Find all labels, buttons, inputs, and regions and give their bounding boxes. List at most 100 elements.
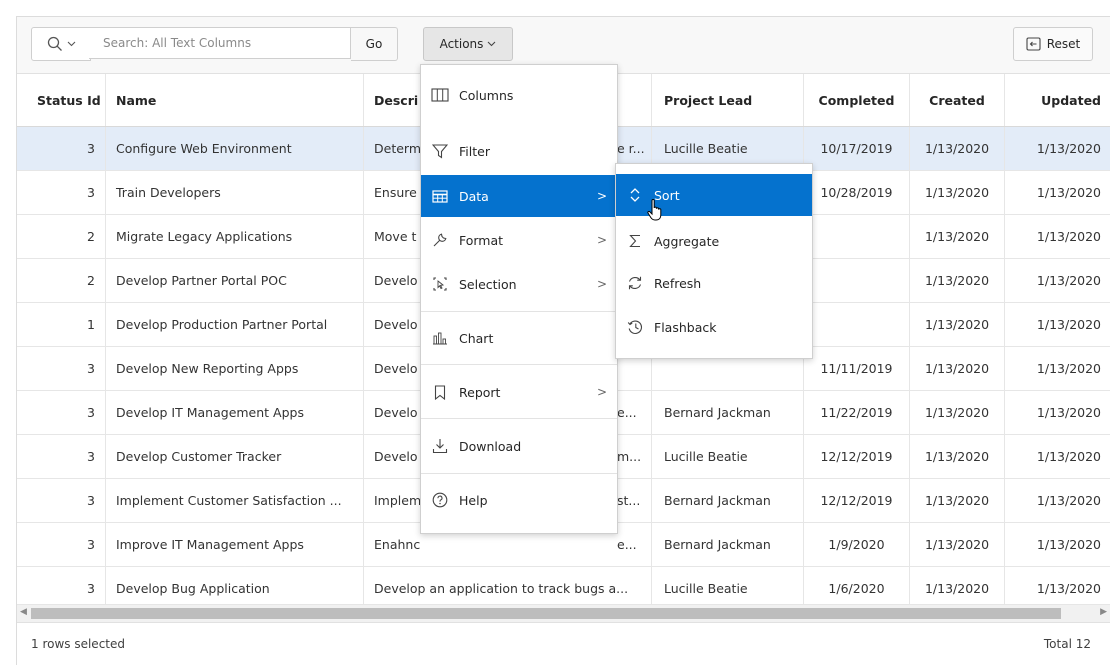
- cell-project-lead: Bernard Jackman: [652, 523, 804, 566]
- cell-name: Develop Production Partner Portal: [106, 303, 364, 346]
- menu-item-report[interactable]: Report >: [421, 371, 617, 413]
- actions-button-label: Actions: [439, 37, 484, 51]
- menu-item-format[interactable]: Format >: [421, 219, 617, 261]
- sigma-icon: [624, 230, 646, 252]
- search-column-selector[interactable]: [31, 27, 91, 61]
- cell-completed: [804, 215, 910, 258]
- cell-completed: 10/28/2019: [804, 171, 910, 214]
- cell-completed: 11/22/2019: [804, 391, 910, 434]
- go-button[interactable]: Go: [351, 27, 398, 61]
- hand-cursor-icon: [647, 199, 662, 221]
- cell-name: Train Developers: [106, 171, 364, 214]
- cell-name: Configure Web Environment: [106, 127, 364, 170]
- submenu-item-label: Flashback: [654, 319, 717, 335]
- cell-updated: 1/13/2020: [1036, 185, 1101, 200]
- cell-status-id: 2: [17, 259, 106, 302]
- cell-completed: [804, 303, 910, 346]
- chevron-right-icon: >: [596, 189, 607, 203]
- cell-status-id: 1: [17, 303, 106, 346]
- bookmark-icon: [429, 381, 451, 403]
- scroll-left-icon[interactable]: ◀: [20, 607, 27, 617]
- reset-button[interactable]: Reset: [1013, 27, 1093, 61]
- submenu-item-label: Aggregate: [654, 233, 720, 249]
- cell-updated: 1/13/2020: [1036, 273, 1101, 288]
- table-icon: [429, 185, 451, 207]
- menu-divider: [421, 418, 617, 419]
- column-header-project-lead[interactable]: Project Lead: [652, 74, 804, 126]
- menu-item-data[interactable]: Data >: [421, 175, 617, 217]
- submenu-item-refresh[interactable]: Refresh: [616, 262, 812, 304]
- search-icon: [47, 36, 62, 51]
- cell-status-id: 3: [17, 171, 106, 214]
- menu-item-label: Data: [459, 188, 489, 204]
- chevron-down-icon: [67, 41, 75, 47]
- cell-completed: 11/11/2019: [804, 347, 910, 390]
- cell-updated: 1/13/2020: [1036, 493, 1101, 508]
- cell-name: Improve IT Management Apps: [106, 523, 364, 566]
- cell-name: Develop Partner Portal POC: [106, 259, 364, 302]
- cell-updated: 1/13/2020: [1036, 141, 1101, 156]
- menu-item-label: Filter: [459, 143, 490, 159]
- total-count-text: Total 12: [1043, 637, 1091, 651]
- cell-project-lead: Bernard Jackman: [652, 479, 804, 522]
- menu-item-filter[interactable]: Filter: [421, 131, 617, 171]
- cell-name: Implement Customer Satisfaction ...: [106, 479, 364, 522]
- cell-status-id: 2: [17, 215, 106, 258]
- cell-updated: 1/13/2020: [1036, 361, 1101, 376]
- cell-updated: 1/13/2020: [1036, 537, 1101, 552]
- cell-updated: 1/13/2020: [1036, 405, 1101, 420]
- menu-item-label: Help: [459, 492, 488, 508]
- menu-item-label: Columns: [459, 87, 514, 103]
- cell-updated: 1/13/2020: [1036, 317, 1101, 332]
- help-icon: [429, 489, 451, 511]
- cell-created: 1/13/2020: [910, 215, 1005, 258]
- scrollbar-thumb[interactable]: [31, 608, 1061, 619]
- download-icon: [429, 435, 451, 457]
- cell-status-id: 3: [17, 127, 106, 170]
- menu-item-help[interactable]: Help: [421, 479, 617, 521]
- column-header-status-id[interactable]: Status Id: [17, 74, 106, 126]
- search-input[interactable]: [89, 27, 351, 59]
- menu-item-selection[interactable]: Selection >: [421, 263, 617, 305]
- column-header-name[interactable]: Name: [106, 74, 364, 126]
- menu-item-label: Report: [459, 384, 501, 400]
- chevron-down-icon: [488, 41, 496, 47]
- columns-icon: [429, 84, 451, 106]
- cell-completed: 12/12/2019: [804, 435, 910, 478]
- reset-button-label: Reset: [1046, 37, 1081, 51]
- cell-description-tail: e...: [617, 537, 637, 552]
- cell-status-id: 3: [17, 391, 106, 434]
- menu-item-label: Selection: [459, 276, 517, 292]
- menu-item-label: Format: [459, 232, 504, 248]
- wrench-icon: [429, 229, 451, 251]
- actions-button[interactable]: Actions: [423, 27, 513, 61]
- search-bar: Go: [31, 27, 401, 61]
- cell-created: 1/13/2020: [910, 391, 1005, 434]
- menu-item-columns[interactable]: Columns: [421, 75, 617, 115]
- column-header-completed[interactable]: Completed: [804, 74, 910, 126]
- history-icon: [624, 316, 646, 338]
- cell-created: 1/13/2020: [910, 171, 1005, 214]
- cell-description-tail: st...: [617, 493, 641, 508]
- scroll-right-icon[interactable]: ▶: [1100, 607, 1107, 617]
- cell-completed: 10/17/2019: [804, 127, 910, 170]
- cell-description-tail: e...: [617, 405, 637, 420]
- cell-status-id: 3: [17, 523, 106, 566]
- cell-created: 1/13/2020: [910, 523, 1005, 566]
- column-header-updated[interactable]: Updated: [1005, 74, 1110, 126]
- cell-description-tail: m...: [617, 449, 642, 464]
- menu-divider: [421, 311, 617, 312]
- cell-project-lead: Lucille Beatie: [652, 435, 804, 478]
- cell-name: Migrate Legacy Applications: [106, 215, 364, 258]
- menu-item-download[interactable]: Download: [421, 425, 617, 467]
- sort-icon: [624, 184, 646, 206]
- menu-item-label: Chart: [459, 330, 494, 346]
- submenu-item-aggregate[interactable]: Aggregate: [616, 220, 812, 262]
- menu-item-chart[interactable]: Chart: [421, 317, 617, 359]
- column-header-created[interactable]: Created: [910, 74, 1005, 126]
- menu-divider: [421, 473, 617, 474]
- submenu-item-flashback[interactable]: Flashback: [616, 306, 812, 348]
- refresh-icon: [624, 272, 646, 294]
- cell-created: 1/13/2020: [910, 347, 1005, 390]
- horizontal-scrollbar[interactable]: ◀ ▶: [17, 604, 1110, 622]
